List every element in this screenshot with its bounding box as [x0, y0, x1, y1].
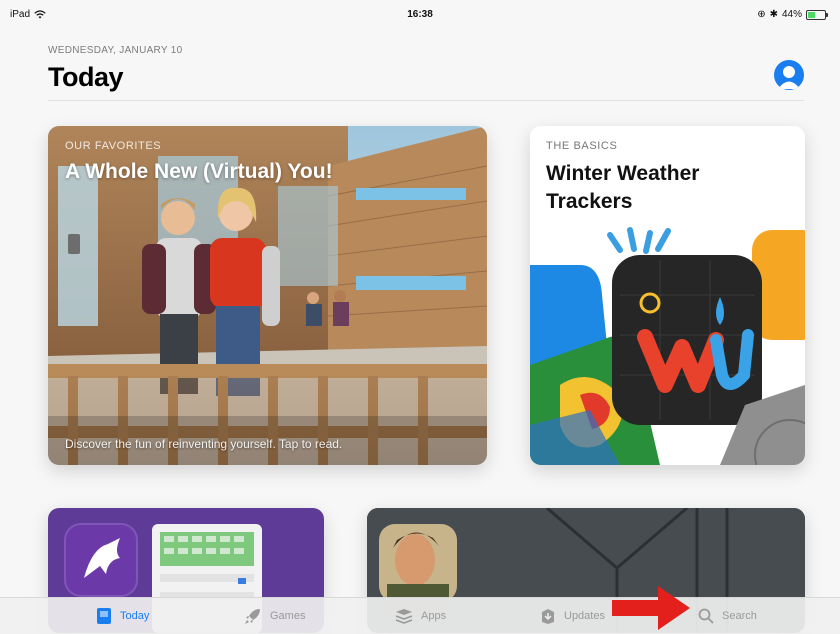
- search-icon: [698, 608, 714, 624]
- orientation-lock-icon: ⊕: [757, 9, 766, 20]
- tab-label: Apps: [421, 610, 447, 622]
- annotation-arrow-icon: [612, 586, 690, 630]
- tab-label: Today: [120, 610, 150, 622]
- tab-label: Updates: [564, 610, 605, 622]
- clock: 16:38: [407, 9, 433, 20]
- updates-icon: [542, 609, 554, 624]
- battery-percent: 44%: [781, 9, 802, 20]
- tab-search[interactable]: Search: [698, 598, 757, 634]
- page-title: Today: [48, 62, 124, 92]
- tab-updates[interactable]: Updates: [540, 598, 605, 634]
- card-artwork-weather-app-icons: [530, 225, 805, 465]
- header-divider: [48, 100, 804, 101]
- story-card-virtual-you[interactable]: OUR FAVORITES A Whole New (Virtual) You!…: [48, 126, 487, 465]
- tab-apps[interactable]: Apps: [395, 598, 446, 634]
- card-eyebrow: THE BASICS: [546, 140, 618, 152]
- card-caption: Discover the fun of reinventing yourself…: [65, 437, 343, 451]
- status-bar: iPad 16:38 ⊕ ✱ 44%: [0, 0, 840, 30]
- tab-label: Search: [722, 610, 757, 622]
- tab-today[interactable]: Today: [96, 598, 149, 634]
- bluetooth-icon: ✱: [769, 9, 778, 20]
- apps-stack-icon: [395, 609, 413, 624]
- account-avatar-button[interactable]: [774, 60, 804, 90]
- battery-level: [808, 11, 815, 18]
- person-icon: [778, 66, 800, 89]
- battery-icon: [806, 9, 828, 20]
- card-eyebrow: OUR FAVORITES: [65, 140, 162, 152]
- rocket-icon: [245, 609, 260, 624]
- card-title: A Whole New (Virtual) You!: [65, 160, 333, 183]
- today-icon: [97, 608, 111, 624]
- tab-label: Games: [270, 610, 306, 622]
- tab-games[interactable]: Games: [244, 598, 305, 634]
- story-card-winter-weather[interactable]: THE BASICS Winter Weather Trackers: [530, 126, 805, 465]
- header-date: WEDNESDAY, JANUARY 10: [48, 45, 183, 56]
- card-title: Winter Weather Trackers: [546, 162, 700, 213]
- tab-bar: Today Games Apps Updates Search: [0, 597, 840, 634]
